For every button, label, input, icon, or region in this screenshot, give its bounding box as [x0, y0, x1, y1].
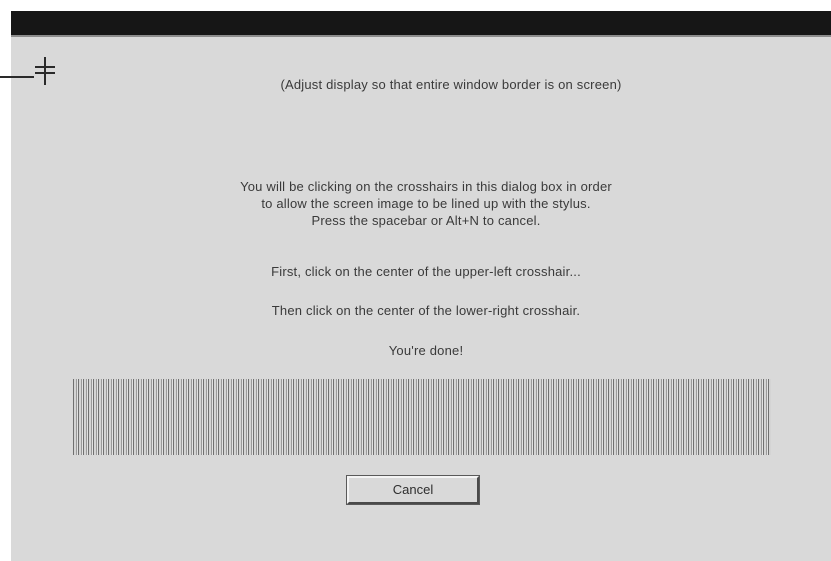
calibration-dialog: (Adjust display so that entire window bo… — [11, 11, 831, 561]
step-lower-right: Then click on the center of the lower-ri… — [271, 303, 581, 318]
instructions: You will be clicking on the crosshairs i… — [101, 178, 751, 358]
done-message: You're done! — [388, 343, 464, 358]
upper-left-crosshair-icon[interactable] — [33, 57, 57, 85]
intro-text: You will be clicking on the crosshairs i… — [101, 178, 751, 229]
intro-line: You will be clicking on the crosshairs i… — [240, 179, 612, 194]
step-upper-left: First, click on the center of the upper-… — [271, 264, 581, 279]
intro-line: to allow the screen image to be lined up… — [261, 196, 591, 211]
crosshair-pointer-line — [0, 76, 34, 78]
adjust-display-note: (Adjust display so that entire window bo… — [280, 77, 622, 92]
cancel-button[interactable]: Cancel — [347, 476, 479, 504]
screen: (Adjust display so that entire window bo… — [0, 0, 831, 561]
title-bar-divider — [11, 35, 831, 37]
intro-line: Press the spacebar or Alt+N to cancel. — [311, 213, 541, 228]
progress-bar — [73, 379, 771, 455]
title-bar — [11, 11, 831, 35]
